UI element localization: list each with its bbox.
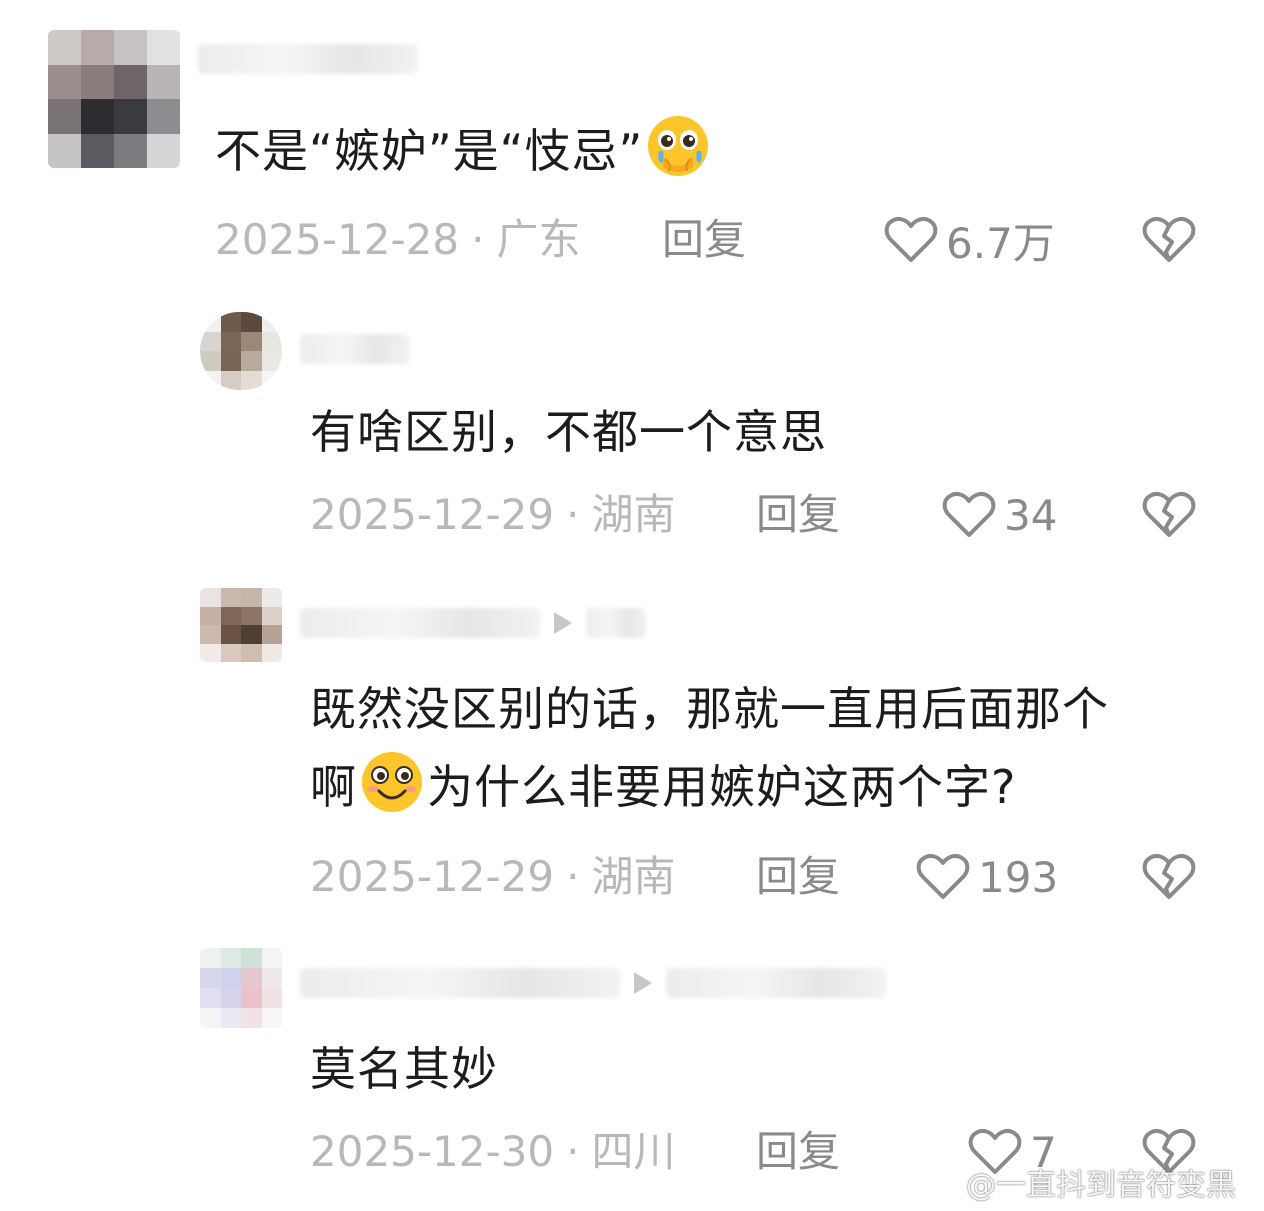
reply-button[interactable]: 回复 <box>756 1122 840 1182</box>
username-blurred[interactable] <box>300 604 646 642</box>
like-count: 34 <box>1004 490 1058 540</box>
comment-location: 湖南 <box>591 490 676 539</box>
like-button[interactable]: 34 <box>942 485 1057 545</box>
watermark-text: @一直抖到音符变黑 <box>966 1168 1236 1203</box>
reply-button[interactable]: 回复 <box>662 210 746 270</box>
comment-1: 不是“嫉妒”是“忮忌” 2025-12-28 · 广东 回复 6.7万 <box>0 0 1264 290</box>
reply-button[interactable]: 回复 <box>756 485 840 545</box>
comment-text-line-2: 啊 为什么非要用嫉妒这两个字? <box>310 748 1210 826</box>
pleading-crying-face-icon <box>648 116 709 176</box>
comment-date: 2025-12-30 <box>310 1127 555 1176</box>
comment-text-content: 不是“嫉妒”是“忮忌” <box>215 124 644 178</box>
comment-text-part: 为什么非要用嫉妒这两个字? <box>427 760 1017 814</box>
username-blurred[interactable] <box>300 330 410 368</box>
like-count: 6.7万 <box>946 218 1055 268</box>
meta-separator: · <box>566 1127 580 1176</box>
weibo-logo-icon <box>921 1169 958 1198</box>
like-count: 193 <box>978 852 1059 902</box>
comment-3: 既然没区别的话，那就一直用后面那个 啊 为什么非要用嫉妒这两个字? 2025-1… <box>0 570 1264 940</box>
comment-date: 2025-12-29 <box>310 490 555 539</box>
comment-date: 2025-12-28 <box>215 215 460 264</box>
heart-outline-icon <box>916 853 970 899</box>
comment-text: 有啥区别，不都一个意思 <box>310 405 827 459</box>
comment-location: 湖南 <box>591 852 676 901</box>
comment-text-line-1: 既然没区别的话，那就一直用后面那个 <box>310 682 1109 736</box>
comment-meta: 2025-12-28 · 广东 <box>215 210 580 270</box>
comment-meta: 2025-12-30 · 四川 <box>310 1122 675 1182</box>
comment-location: 四川 <box>591 1127 676 1176</box>
meta-separator: · <box>471 215 485 264</box>
username-blurred[interactable] <box>198 40 418 78</box>
like-button[interactable]: 193 <box>916 847 1058 907</box>
smiling-face-icon <box>362 752 422 812</box>
meta-separator: · <box>566 852 580 901</box>
meta-separator: · <box>566 490 580 539</box>
broken-heart-outline-icon[interactable] <box>1142 489 1196 539</box>
comment-location: 广东 <box>496 215 581 264</box>
avatar[interactable] <box>200 948 282 1028</box>
broken-heart-outline-icon[interactable] <box>1142 851 1196 901</box>
like-button[interactable]: 6.7万 <box>884 210 1055 270</box>
comment-text-part: 啊 <box>310 760 357 814</box>
heart-outline-icon <box>884 216 938 262</box>
comment-2: 有啥区别，不都一个意思 2025-12-29 · 湖南 回复 34 <box>0 290 1264 570</box>
comment-date: 2025-12-29 <box>310 852 555 901</box>
comment-text: 莫名其妙 <box>310 1042 498 1096</box>
reply-button[interactable]: 回复 <box>756 847 840 907</box>
watermark: @一直抖到音符变黑 <box>920 1160 1236 1204</box>
comment-meta: 2025-12-29 · 湖南 <box>310 485 675 545</box>
avatar[interactable] <box>200 312 282 390</box>
comment-text: 既然没区别的话，那就一直用后面那个 啊 为什么非要用嫉妒这两个字? <box>310 670 1210 826</box>
comment-meta: 2025-12-29 · 湖南 <box>310 847 675 907</box>
triangle-right-icon <box>634 972 652 994</box>
broken-heart-outline-icon[interactable] <box>1142 214 1196 264</box>
username-blurred[interactable] <box>300 964 886 1002</box>
comment-text: 不是“嫉妒”是“忮忌” <box>215 112 713 190</box>
triangle-right-icon <box>554 612 572 634</box>
avatar[interactable] <box>200 588 282 662</box>
avatar[interactable] <box>48 30 180 168</box>
heart-outline-icon <box>942 491 996 537</box>
